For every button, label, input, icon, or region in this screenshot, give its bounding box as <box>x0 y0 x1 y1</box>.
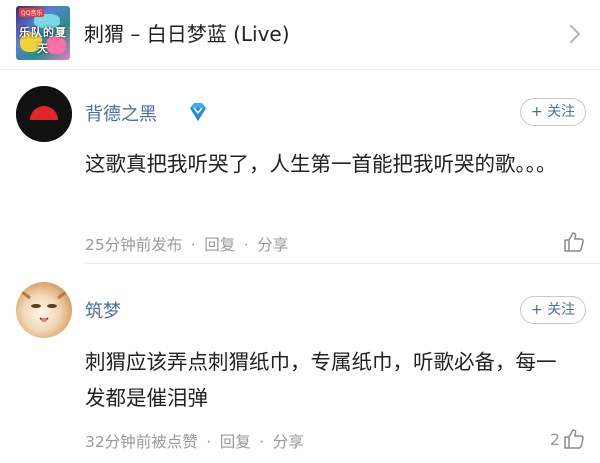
comment-text: 刺猬应该弄点刺猬纸巾，专属纸巾，听歌必备，每一发都是催泪弹 <box>85 350 557 410</box>
like-button[interactable] <box>560 228 586 256</box>
avatar[interactable] <box>16 282 72 338</box>
comment-meta: 32分钟前被点赞 · 回复 · 分享 <box>85 430 304 452</box>
comment-item: 背德之黑 + 关注 这歌真把我听哭了，人生第一首能把我听哭的歌。。。 25分钟前… <box>0 70 600 264</box>
share-button[interactable]: 分享 <box>257 236 288 254</box>
comment-time: 25分钟前发布 <box>85 236 183 254</box>
username[interactable]: 背德之黑 <box>85 100 157 126</box>
comment-text: 这歌真把我听哭了，人生第一首能把我听哭的歌。。。 <box>85 152 557 176</box>
diamond-vip-icon[interactable] <box>186 100 210 124</box>
separator-dot: · <box>243 236 249 254</box>
follow-button[interactable]: + 关注 <box>520 296 586 324</box>
song-header[interactable]: QQ音乐 乐队的夏天 刺猬 – 白日梦蓝 (Live) <box>0 0 600 70</box>
reply-button[interactable]: 回复 <box>220 433 251 451</box>
chevron-right-icon[interactable] <box>566 22 584 46</box>
dark-circle-logo-icon <box>16 86 72 142</box>
comment-meta: 25分钟前发布 · 回复 · 分享 <box>85 233 288 255</box>
separator-dot: · <box>206 433 212 451</box>
song-title: 刺猬 – 白日梦蓝 (Live) <box>84 22 290 46</box>
username[interactable]: 筑梦 <box>85 297 121 323</box>
cat-photo-icon <box>21 290 67 322</box>
comment-time: 32分钟前被点赞 <box>85 433 198 451</box>
cover-text: 乐队的夏天 <box>19 26 67 55</box>
like-button[interactable]: 2 <box>550 425 586 453</box>
comment-item: 筑梦 + 关注 刺猬应该弄点刺猬纸巾，专属纸巾，听歌必备，每一发都是催泪弹 32… <box>0 264 600 463</box>
avatar[interactable] <box>16 86 72 142</box>
share-button[interactable]: 分享 <box>273 433 304 451</box>
like-count: 2 <box>549 429 560 449</box>
follow-button[interactable]: + 关注 <box>520 98 586 126</box>
separator-dot: · <box>190 236 196 254</box>
reply-button[interactable]: 回复 <box>204 236 235 254</box>
thumbs-up-icon <box>564 232 584 252</box>
thumbs-up-icon <box>564 429 584 449</box>
album-cover: QQ音乐 乐队的夏天 <box>16 6 70 60</box>
cover-tag: QQ音乐 <box>19 8 45 17</box>
separator-dot: · <box>259 433 265 451</box>
